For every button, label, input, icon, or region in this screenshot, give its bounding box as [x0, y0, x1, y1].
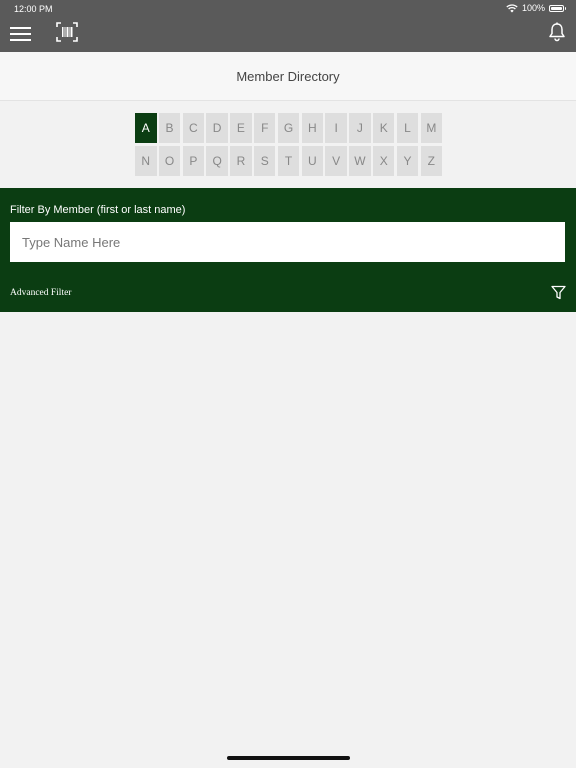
letter-button-k[interactable]: K	[372, 113, 395, 143]
status-indicators: 100%	[506, 3, 566, 13]
menu-button[interactable]	[10, 24, 32, 42]
letter-button-d[interactable]: D	[206, 113, 228, 143]
page-title: Member Directory	[236, 68, 340, 84]
filter-label: Filter By Member (first or last name)	[10, 204, 186, 216]
home-indicator	[227, 756, 350, 760]
member-name-input[interactable]	[10, 222, 565, 262]
top-bar: 12:00 PM 100%	[0, 0, 576, 52]
letter-button-f[interactable]: F	[253, 113, 276, 143]
letter-button-i[interactable]: I	[325, 113, 347, 143]
letter-button-t[interactable]: T	[277, 146, 300, 176]
letter-button-p[interactable]: P	[182, 146, 205, 176]
letter-button-s[interactable]: S	[253, 146, 276, 176]
hamburger-icon	[10, 27, 31, 29]
letter-button-u[interactable]: U	[301, 146, 324, 176]
letter-button-g[interactable]: G	[277, 113, 300, 143]
page-title-bar: Member Directory	[0, 52, 576, 101]
letter-button-h[interactable]: H	[301, 113, 324, 143]
letter-button-c[interactable]: C	[182, 113, 205, 143]
letter-button-l[interactable]: L	[396, 113, 419, 143]
filter-panel: Filter By Member (first or last name) Ad…	[0, 188, 576, 312]
letter-button-b[interactable]: B	[158, 113, 181, 143]
battery-percent: 100%	[521, 3, 545, 13]
letter-button-x[interactable]: X	[372, 146, 395, 176]
letter-button-v[interactable]: V	[325, 146, 347, 176]
battery-fill	[551, 6, 562, 10]
letter-button-z[interactable]: Z	[420, 146, 443, 176]
status-time: 12:00 PM	[14, 4, 53, 14]
letter-button-q[interactable]: Q	[206, 146, 228, 176]
bell-icon[interactable]	[548, 22, 566, 42]
barcode-scan-icon[interactable]	[56, 22, 78, 42]
funnel-icon[interactable]	[551, 285, 566, 300]
letter-button-a[interactable]: A	[135, 113, 157, 143]
letter-button-o[interactable]: O	[158, 146, 181, 176]
alphabet-index: ABCDEFGHIJKLM NOPQRSTUVWXYZ	[135, 113, 443, 176]
letter-button-y[interactable]: Y	[396, 146, 419, 176]
letter-button-r[interactable]: R	[230, 146, 252, 176]
letter-button-j[interactable]: J	[349, 113, 371, 143]
battery-icon	[549, 4, 566, 12]
advanced-filter-link[interactable]: Advanced Filter	[10, 288, 71, 298]
letter-button-m[interactable]: M	[420, 113, 443, 143]
letter-button-n[interactable]: N	[135, 146, 157, 176]
wifi-icon	[506, 3, 518, 12]
letter-button-e[interactable]: E	[230, 113, 252, 143]
letter-button-w[interactable]: W	[349, 146, 371, 176]
